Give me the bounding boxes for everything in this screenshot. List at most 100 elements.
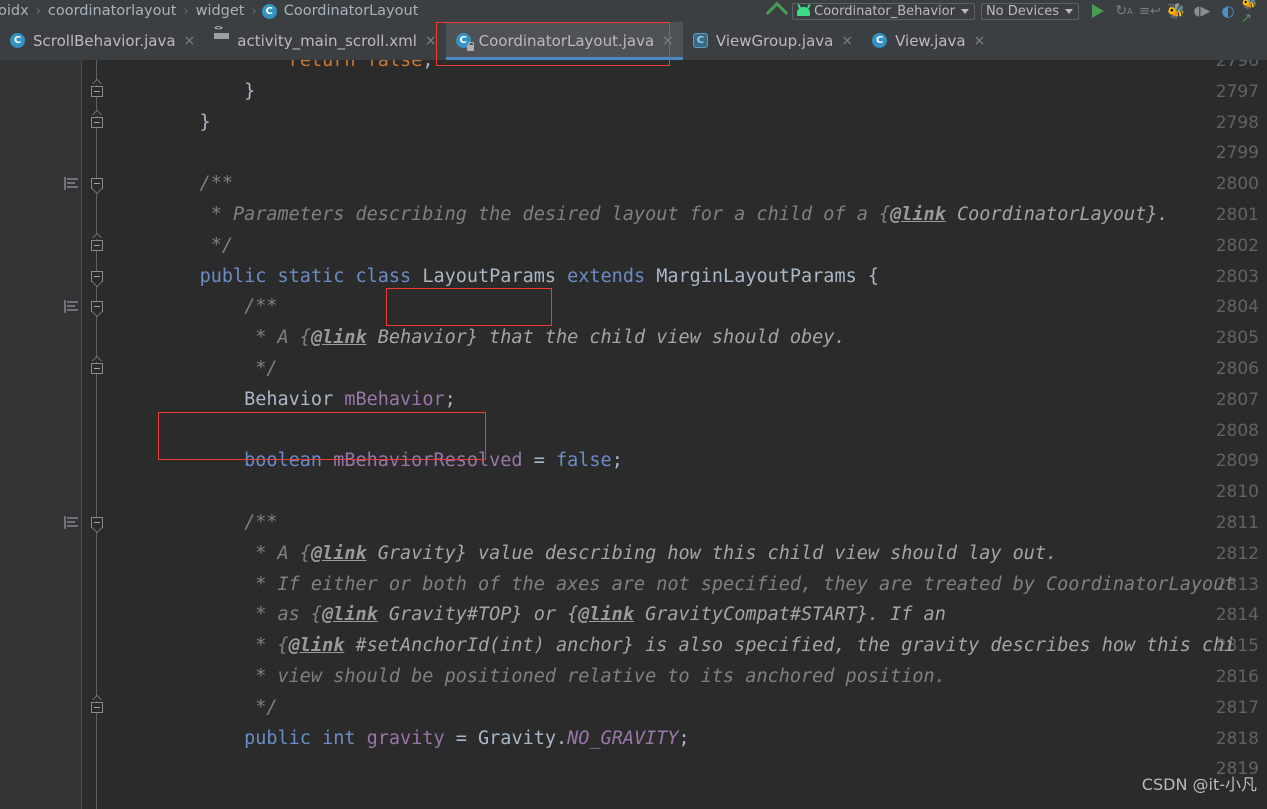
close-icon[interactable]: × <box>841 34 853 48</box>
run-button[interactable] <box>1085 0 1111 22</box>
code-text: * If either or both of the axes are not … <box>155 570 1235 601</box>
breadcrumb-item-class[interactable]: CoordinatorLayout <box>282 3 421 19</box>
code-text: /** <box>155 292 277 323</box>
run-configuration-selector[interactable]: Coordinator_Behavior <box>792 2 975 20</box>
editor-tab-0[interactable]: C ScrollBehavior.java × <box>0 22 204 60</box>
android-xml-icon: <> <box>214 24 230 49</box>
code-token: * A { <box>155 542 311 564</box>
fold-end-icon[interactable] <box>88 115 105 132</box>
code-token: } <box>155 80 256 102</box>
editor-tab-2[interactable]: C CoordinatorLayout.java × <box>445 22 684 60</box>
code-token: @link <box>890 204 946 225</box>
tab-label: CoordinatorLayout.java <box>478 32 655 50</box>
editor-tab-4[interactable]: C View.java × <box>862 22 994 60</box>
editor-tab-1[interactable]: <> activity_main_scroll.xml × <box>204 22 445 60</box>
code-line[interactable]: 2818 public int gravity = Gravity.NO_GRA… <box>0 724 1267 755</box>
breadcrumb-item-coordinatorlayout[interactable]: coordinatorlayout <box>46 3 179 19</box>
fold-start-icon[interactable] <box>88 176 105 193</box>
fold-end-icon[interactable] <box>88 361 105 378</box>
run-with-coverage-button[interactable]: 🐝↗ <box>1241 0 1267 22</box>
code-line[interactable]: 2804 /** <box>0 292 1267 323</box>
code-line[interactable]: 2809 boolean mBehaviorResolved = false; <box>0 446 1267 477</box>
debug-button[interactable]: 🐝 <box>1163 0 1189 22</box>
code-token: ; <box>611 450 623 472</box>
fold-end-icon[interactable] <box>88 238 105 255</box>
code-token: @link <box>578 604 634 626</box>
fold-start-icon[interactable] <box>88 299 105 316</box>
code-line[interactable]: 2796 return false; <box>0 60 1267 77</box>
code-token: GravityCompat#START}. If an <box>633 604 946 626</box>
code-line[interactable]: 2800 /** <box>0 169 1267 200</box>
fold-start-icon[interactable] <box>88 269 105 286</box>
device-selector[interactable]: No Devices <box>980 2 1079 20</box>
close-icon[interactable]: × <box>184 34 196 48</box>
code-token: /** <box>155 512 278 533</box>
line-number: 2810 <box>1215 482 1259 503</box>
java-class-icon: C <box>10 33 26 49</box>
code-line[interactable]: 2814 * as {@link Gravity#TOP} or {@link … <box>0 600 1267 631</box>
code-text: * view should be positioned relative to … <box>155 662 946 693</box>
fold-end-icon[interactable] <box>88 700 105 717</box>
line-number: 2816 <box>1215 667 1259 687</box>
code-text: public static class LayoutParams extends… <box>155 262 879 293</box>
apply-changes-button[interactable]: ↻ A <box>1111 0 1137 22</box>
code-line[interactable]: 2811 /** <box>0 508 1267 539</box>
code-line[interactable]: 2807 Behavior mBehavior; <box>0 385 1267 416</box>
code-text: */ <box>155 354 277 385</box>
close-icon[interactable]: × <box>974 34 986 48</box>
code-token: MarginLayoutParams { <box>645 265 879 287</box>
code-editor[interactable]: 2796 return false; 2797 } 2798 } 2799 2800 /… <box>0 60 1267 809</box>
line-number: 2799 <box>1215 143 1259 164</box>
breadcrumb-item-widget[interactable]: widget <box>194 3 247 19</box>
code-token: false <box>366 60 423 71</box>
code-line[interactable]: 2802 */ <box>0 231 1267 262</box>
code-line[interactable]: 2808 <box>0 416 1267 447</box>
tab-label: activity_main_scroll.xml <box>237 32 417 50</box>
code-line[interactable]: 2799 <box>0 138 1267 169</box>
editor-tab-3[interactable]: C ViewGroup.java × <box>683 22 862 60</box>
code-line[interactable]: 2798 } <box>0 108 1267 139</box>
make-project-icon[interactable] <box>758 0 792 22</box>
breadcrumb-separator-icon: › <box>35 3 41 19</box>
line-number: 2806 <box>1215 359 1259 379</box>
code-line[interactable]: 2819 <box>0 754 1267 785</box>
code-line[interactable]: 2816 * view should be positioned relativ… <box>0 662 1267 693</box>
profiler-button[interactable]: ◐ <box>1215 0 1241 22</box>
breadcrumb-item-androidx[interactable]: oidx <box>0 3 31 19</box>
fold-end-icon[interactable] <box>88 84 105 101</box>
run-configuration-label: Coordinator_Behavior <box>814 3 955 19</box>
attach-debugger-button[interactable]: ◖▶ <box>1189 0 1215 22</box>
code-line[interactable]: 2805 * A {@link Behavior} that the child… <box>0 323 1267 354</box>
code-token: */ <box>155 234 233 256</box>
chevron-down-icon <box>960 8 969 14</box>
fold-start-icon[interactable] <box>88 515 105 532</box>
code-line[interactable]: 2806 */ <box>0 354 1267 385</box>
close-icon[interactable]: × <box>662 34 674 48</box>
run-toolbar: Coordinator_Behavior No Devices ↻ A ≡↩ 🐝 … <box>758 0 1267 22</box>
code-line[interactable]: 2801 * Parameters describing the desired… <box>0 200 1267 231</box>
profiler-icon: ◐ <box>1221 2 1235 20</box>
code-content[interactable]: 2796 return false; 2797 } 2798 } 2799 2800 /… <box>0 60 1267 809</box>
code-text: */ <box>155 693 277 724</box>
code-line[interactable]: 2817 */ <box>0 693 1267 724</box>
code-token: extends <box>567 265 646 287</box>
code-line[interactable]: 2810 <box>0 477 1267 508</box>
code-line[interactable]: 2815 * {@link #setAnchorId(int) anchor} … <box>0 631 1267 662</box>
code-line[interactable]: 2797 } <box>0 77 1267 108</box>
apply-code-changes-button[interactable]: ≡↩ <box>1137 0 1163 22</box>
close-icon[interactable]: × <box>425 34 437 48</box>
code-token: @link <box>310 542 367 564</box>
code-line[interactable]: 2812 * A {@link Gravity} value describin… <box>0 539 1267 570</box>
code-text: } <box>155 108 211 139</box>
code-text: boolean mBehaviorResolved = false; <box>155 446 623 477</box>
code-line[interactable]: 2813 * If either or both of the axes are… <box>0 570 1267 601</box>
code-token: * { <box>155 635 289 657</box>
line-number: 2807 <box>1215 389 1259 410</box>
code-token: = <box>522 450 556 472</box>
code-line[interactable]: 2803 public static class LayoutParams ex… <box>0 262 1267 293</box>
code-token: * Parameters describing the desired layo… <box>155 204 891 225</box>
